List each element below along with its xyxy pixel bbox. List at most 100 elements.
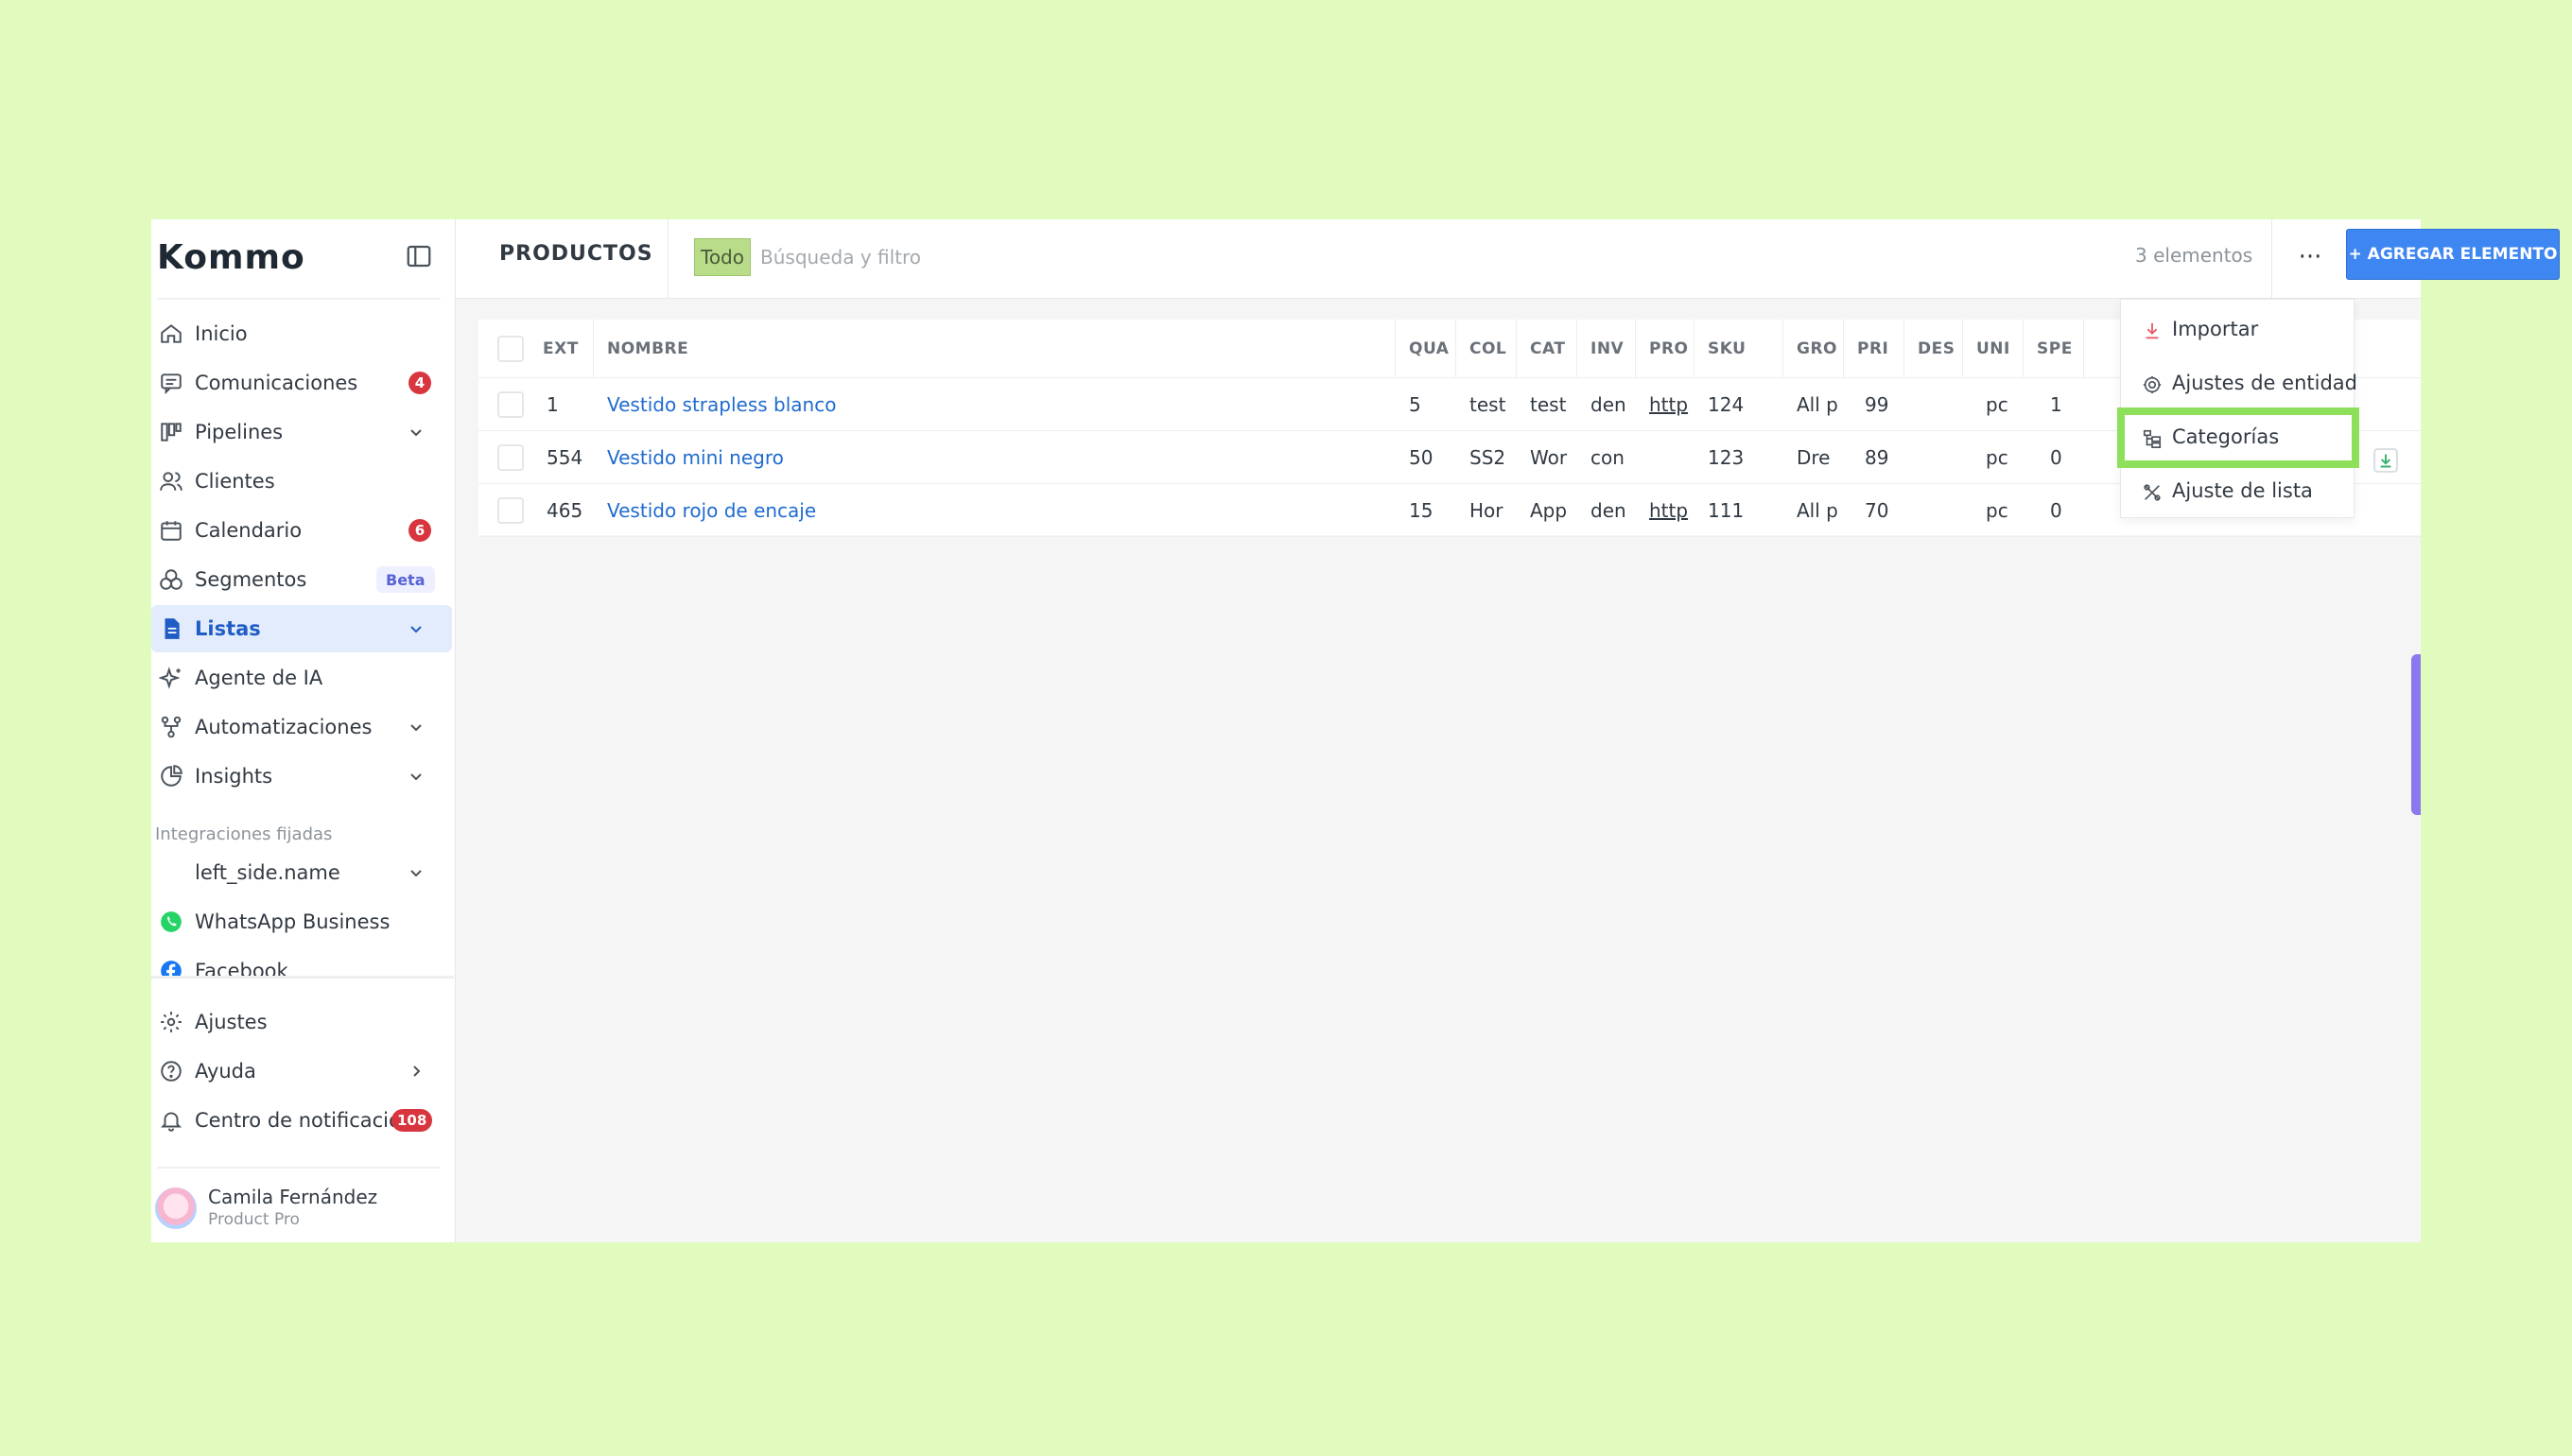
column-header-uni[interactable]: UNI <box>1963 320 2024 377</box>
sidebar-item-facebook[interactable]: Facebook <box>151 947 452 976</box>
row-checkbox[interactable] <box>497 443 524 471</box>
sidebar-item-label: Segmentos <box>195 568 307 591</box>
sidebar-item-automatizaciones[interactable]: Automatizaciones <box>151 703 452 751</box>
sidebar-item-comunicaciones[interactable]: Comunicaciones 4 <box>151 359 452 407</box>
menu-item-importar[interactable]: Importar <box>2121 303 2355 356</box>
column-header-sku[interactable]: SKU <box>1694 320 1783 377</box>
chevron-down-icon[interactable] <box>405 716 427 738</box>
product-name-link[interactable]: Vestido rojo de encaje <box>594 484 1396 536</box>
cell-uni: pc <box>1986 392 2008 416</box>
chart-pie-icon <box>161 765 182 787</box>
sidebar-item-insights[interactable]: Insights <box>151 753 452 800</box>
cell-inv: con <box>1590 445 1625 469</box>
sidebar-item-listas[interactable]: Listas <box>151 605 452 652</box>
column-header-ext[interactable]: EXT <box>539 320 594 377</box>
column-header-col[interactable]: COL <box>1456 320 1517 377</box>
chevron-down-icon[interactable] <box>405 617 427 640</box>
chevron-right-icon[interactable] <box>405 1060 427 1083</box>
divider <box>157 1167 441 1169</box>
segments-icon <box>160 569 182 590</box>
more-options-button[interactable]: ··· <box>2286 238 2334 276</box>
sidebar-item-pipelines[interactable]: Pipelines <box>151 408 452 456</box>
more-options-menu: Importar Ajustes de entidad Categorías A… <box>2117 299 2359 518</box>
menu-item-categorias[interactable]: Categorías <box>2117 407 2359 468</box>
menu-item-ajuste-lista[interactable]: Ajuste de lista <box>2121 465 2355 518</box>
cell-spe: 0 <box>2050 445 2062 469</box>
categories-icon <box>2143 429 2162 448</box>
kommo-logo[interactable]: Kommo <box>157 238 305 277</box>
column-header-qua[interactable]: QUA <box>1396 320 1456 377</box>
cell-pri: 99 <box>1865 392 1889 416</box>
column-header-pri[interactable]: PRI <box>1844 320 1904 377</box>
column-header-nombre[interactable]: NOMBRE <box>594 320 1396 377</box>
search-input[interactable] <box>760 238 1328 276</box>
select-all-cell <box>478 320 539 377</box>
cell-col: Hor <box>1469 498 1503 522</box>
product-name-link[interactable]: Vestido strapless blanco <box>594 378 1396 430</box>
sidebar-item-whatsapp[interactable]: WhatsApp Business <box>151 898 452 945</box>
sidebar-item-label: Listas <box>195 617 261 640</box>
download-icon[interactable] <box>2373 448 2398 473</box>
column-header-cat[interactable]: CAT <box>1517 320 1577 377</box>
sidebar-item-notificaciones[interactable]: Centro de notificacio... 108 <box>151 1097 452 1144</box>
select-all-checkbox[interactable] <box>497 335 524 362</box>
page-title: PRODUCTOS <box>499 242 653 266</box>
row-checkbox[interactable] <box>497 496 524 524</box>
sidebar-item-label: Clientes <box>195 470 275 493</box>
cell-pro-link[interactable] <box>1636 431 1689 483</box>
sidebar-item-label: Ayuda <box>195 1060 256 1083</box>
add-element-button[interactable]: + AGREGAR ELEMENTO <box>2346 229 2560 280</box>
cell-qua: 5 <box>1409 392 1421 416</box>
divider <box>2271 219 2272 299</box>
menu-item-label: Importar <box>2172 318 2259 340</box>
whatsapp-icon <box>161 911 182 932</box>
chevron-down-icon[interactable] <box>405 765 427 788</box>
sidebar-item-label: Ajustes <box>195 1011 268 1033</box>
import-icon <box>2146 322 2159 339</box>
sidebar-item-clientes[interactable]: Clientes <box>151 458 452 505</box>
menu-item-label: Ajuste de lista <box>2172 479 2313 502</box>
cell-sku: 124 <box>1708 392 1745 416</box>
sidebar-item-ajustes[interactable]: Ajustes <box>151 998 452 1046</box>
chevron-down-icon[interactable] <box>405 861 427 884</box>
sidebar-item-label: left_side.name <box>195 861 340 884</box>
avatar[interactable] <box>155 1187 197 1229</box>
sidebar-item-left-side-name[interactable]: left_side.name <box>151 849 452 896</box>
sidebar-item-calendario[interactable]: Calendario 6 <box>151 507 452 554</box>
column-header-gro[interactable]: GRO <box>1783 320 1844 377</box>
filter-tag[interactable]: Todo <box>694 238 751 276</box>
sidebar-item-segmentos[interactable]: Segmentos Beta <box>151 556 452 603</box>
pipeline-icon <box>161 423 182 442</box>
row-checkbox[interactable] <box>497 390 524 418</box>
cell-gro: Dre <box>1797 445 1831 469</box>
cell-sku: 123 <box>1708 445 1745 469</box>
divider <box>668 219 669 299</box>
sidebar-item-inicio[interactable]: Inicio <box>151 310 452 357</box>
cell-col: test <box>1469 392 1506 416</box>
chevron-down-icon[interactable] <box>405 421 427 443</box>
sidebar-item-label: WhatsApp Business <box>195 910 391 933</box>
calendar-icon <box>161 521 182 541</box>
menu-item-ajustes-entidad[interactable]: Ajustes de entidad <box>2121 357 2357 410</box>
column-header-inv[interactable]: INV <box>1577 320 1636 377</box>
automation-icon <box>161 716 182 738</box>
sidebar-item-label: Comunicaciones <box>195 372 358 394</box>
sidebar-item-ayuda[interactable]: Ayuda <box>151 1048 452 1095</box>
divider <box>151 976 454 979</box>
cell-pri: 70 <box>1865 498 1889 522</box>
product-name-link[interactable]: Vestido mini negro <box>594 431 1396 483</box>
column-header-pro[interactable]: PRO <box>1636 320 1694 377</box>
column-header-spe[interactable]: SPE <box>2024 320 2084 377</box>
column-header-des[interactable]: DES <box>1904 320 1963 377</box>
side-panel-handle[interactable] <box>2411 654 2421 815</box>
app-window: Kommo Inicio Comunicaciones 4 Pipelines … <box>151 219 2560 1242</box>
cell-pri: 89 <box>1865 445 1889 469</box>
user-role: Product Pro <box>208 1210 300 1229</box>
cell-pro-link[interactable]: http <box>1636 378 1689 430</box>
top-bar: PRODUCTOS Todo 3 elementos ··· + AGREGAR… <box>456 219 2560 299</box>
sidebar-item-label: Facebook <box>195 960 288 976</box>
cell-pro-link[interactable]: http <box>1636 484 1689 536</box>
sidebar-item-agente-ia[interactable]: Agente de IA <box>151 654 452 702</box>
sidebar-collapse-icon[interactable] <box>405 242 433 270</box>
menu-item-label: Ajustes de entidad <box>2172 372 2357 394</box>
